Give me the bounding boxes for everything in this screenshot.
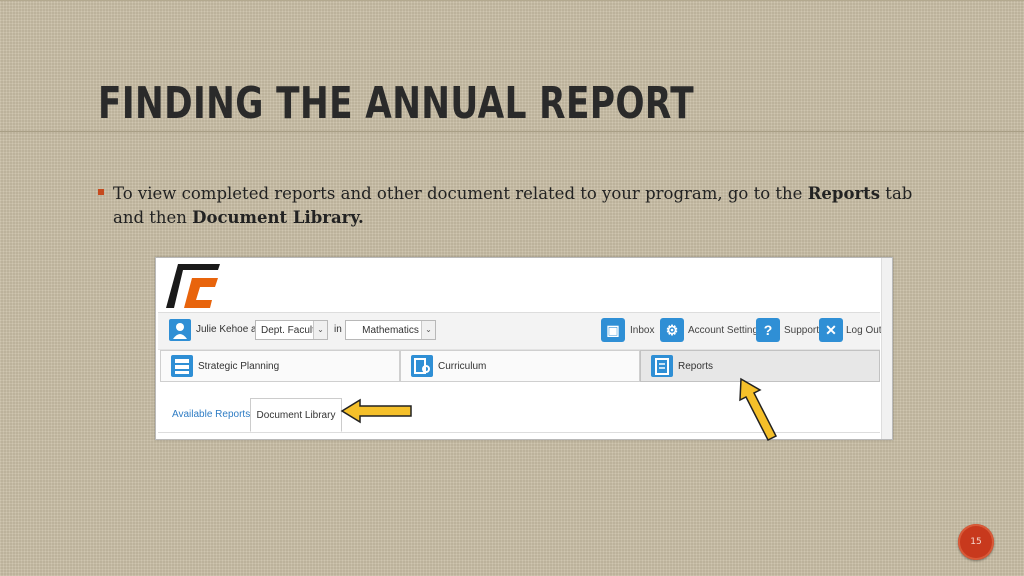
- tab-strategic-planning-label: Strategic Planning: [198, 361, 280, 372]
- department-select[interactable]: Mathematics ⌄: [345, 320, 436, 340]
- chevron-down-icon: ⌄: [313, 321, 327, 339]
- tab-strategic-planning[interactable]: Strategic Planning: [160, 350, 400, 382]
- inbox-button[interactable]: ▣ Inbox: [601, 317, 659, 345]
- support-button[interactable]: ? Support: [756, 317, 820, 345]
- inbox-icon: ▣: [601, 318, 625, 342]
- strategic-planning-icon: [171, 355, 193, 377]
- arrow-up-icon: [739, 377, 778, 442]
- bullet-part-1: To view completed reports and other docu…: [113, 184, 808, 203]
- gear-icon: ⚙: [660, 318, 684, 342]
- support-label: Support: [784, 325, 820, 336]
- close-icon: ✕: [819, 318, 843, 342]
- tab-curriculum-label: Curriculum: [438, 361, 487, 372]
- bullet-marker: [98, 189, 104, 195]
- slide-title: FINDING THE ANNUAL REPORT: [98, 78, 695, 129]
- reports-icon: [651, 355, 673, 377]
- account-settings-button[interactable]: ⚙ Account Settings: [660, 317, 764, 345]
- arrow-left-icon: [340, 398, 412, 424]
- logout-button[interactable]: ✕ Log Out: [819, 317, 882, 345]
- question-icon: ?: [756, 318, 780, 342]
- tab-curriculum[interactable]: Curriculum: [400, 350, 640, 382]
- subtab-available-reports[interactable]: Available Reports: [172, 398, 250, 432]
- user-bar: Julie Kehoe as Dept. Faculty ⌄ in Mathem…: [158, 312, 882, 350]
- user-avatar-icon: [169, 319, 191, 341]
- scrollbar[interactable]: [881, 258, 892, 439]
- title-divider: [0, 131, 1024, 132]
- app-logo: [166, 264, 220, 308]
- account-settings-label: Account Settings: [688, 325, 764, 336]
- top-rule: [0, 0, 1024, 1]
- app-screenshot: Julie Kehoe as Dept. Faculty ⌄ in Mathem…: [155, 257, 893, 440]
- department-select-value: Mathematics: [362, 325, 419, 336]
- bullet-bold-reports: Reports: [807, 184, 881, 203]
- user-name-label: Julie Kehoe as: [196, 324, 262, 335]
- slide-number-badge: 15: [958, 524, 994, 560]
- logout-label: Log Out: [846, 325, 882, 336]
- role-select[interactable]: Dept. Faculty ⌄: [255, 320, 328, 340]
- bullet-bold-document-library: Document Library.: [192, 208, 364, 227]
- chevron-down-icon: ⌄: [421, 321, 435, 339]
- role-select-value: Dept. Faculty: [261, 325, 320, 336]
- inbox-label: Inbox: [630, 325, 655, 336]
- tab-reports-label: Reports: [678, 361, 714, 372]
- in-label: in: [334, 324, 342, 335]
- subtab-document-library[interactable]: Document Library: [250, 398, 342, 432]
- curriculum-icon: [411, 355, 433, 377]
- bullet-text: To view completed reports and other docu…: [113, 182, 933, 230]
